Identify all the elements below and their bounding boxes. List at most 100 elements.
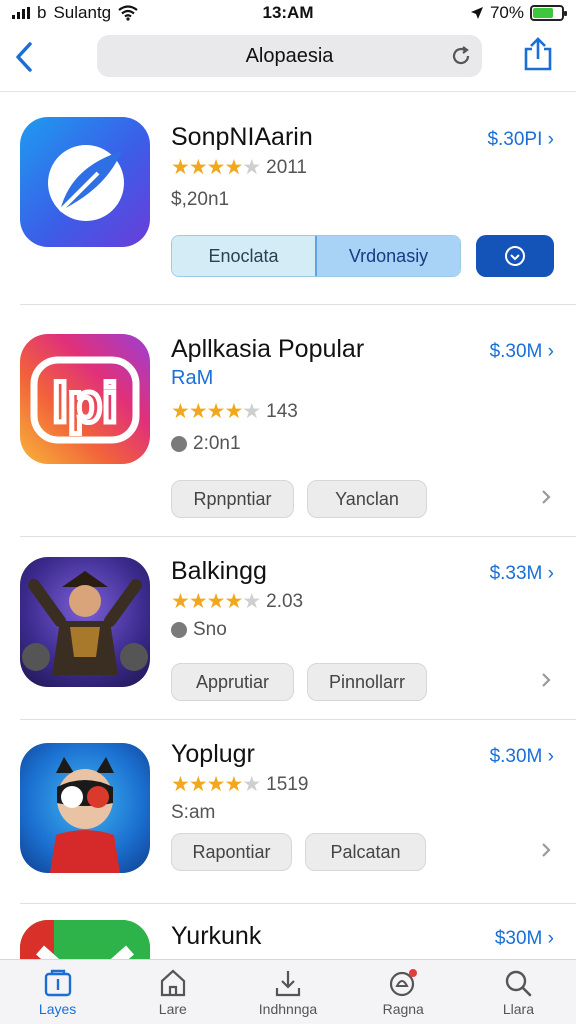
chevron-right-icon[interactable] bbox=[538, 842, 554, 858]
star-rating-icon: ★★★★★ bbox=[171, 156, 261, 179]
feather-logo-icon bbox=[48, 145, 124, 221]
app-meta-text: Sno bbox=[193, 619, 227, 640]
battery-percent: 70% bbox=[489, 3, 524, 22]
envelope-logo-icon bbox=[20, 920, 150, 959]
app-title: Balkingg bbox=[171, 557, 267, 585]
app-rating: ★★★★★ 2011 bbox=[171, 155, 307, 180]
info-icon bbox=[171, 436, 187, 452]
app-subtitle: RaM bbox=[171, 367, 214, 389]
rating-count: 1519 bbox=[266, 773, 309, 795]
tab-indhnnga[interactable]: Indhnnga bbox=[230, 960, 345, 1024]
star-rating-icon: ★★★★★ bbox=[171, 590, 261, 613]
app-icon-camera[interactable]: lpi bbox=[20, 334, 150, 464]
app-price-text: $30M bbox=[494, 928, 543, 949]
status-bar: b Sulantg 13:AM 70% bbox=[0, 0, 576, 26]
app-title: Yurkunk bbox=[171, 922, 262, 950]
tab-ragna[interactable]: Ragna bbox=[346, 960, 461, 1024]
back-button[interactable] bbox=[4, 37, 44, 77]
app-price[interactable]: $.30PI › bbox=[487, 129, 554, 151]
action-button-primary[interactable]: Apprutiar bbox=[171, 663, 294, 701]
app-meta: S:am bbox=[171, 802, 216, 823]
game-hero-icon bbox=[22, 571, 148, 675]
action-button-secondary[interactable]: Palcatan bbox=[305, 833, 426, 871]
app-icon-hero[interactable] bbox=[20, 743, 150, 873]
segmented-control[interactable]: Enoclata Vrdonasiy bbox=[171, 235, 461, 277]
app-price-text: $.33M bbox=[489, 563, 543, 584]
tab-layes[interactable]: Layes bbox=[0, 960, 115, 1024]
app-rating: ★★★★★ 2.03 bbox=[171, 589, 303, 614]
home-icon bbox=[160, 969, 185, 996]
carrier-name: Sulantg bbox=[53, 3, 112, 22]
wifi-icon bbox=[118, 5, 138, 21]
app-price-text: $.30M bbox=[489, 746, 543, 767]
app-title: Apllkasia Popular bbox=[171, 335, 365, 363]
svg-text:lpi: lpi bbox=[52, 371, 117, 434]
download-circle-icon bbox=[505, 246, 525, 266]
rating-count: 143 bbox=[266, 400, 298, 422]
apps-icon bbox=[44, 969, 71, 996]
tab-lare[interactable]: Lare bbox=[115, 960, 230, 1024]
app-list[interactable]: SonpNIAarin $.30PI › ★★★★★ 2011 $,20n1 E… bbox=[0, 93, 576, 959]
app-icon-feather[interactable] bbox=[20, 117, 150, 247]
signal-icon bbox=[12, 7, 30, 19]
app-icon-mail[interactable] bbox=[20, 920, 150, 959]
action-button-secondary[interactable]: Yanclan bbox=[307, 480, 427, 518]
share-icon bbox=[524, 37, 552, 71]
navigation-bar: Alopaesia bbox=[0, 26, 576, 92]
star-rating-icon: ★★★★★ bbox=[171, 400, 261, 423]
status-left: b Sulantg bbox=[12, 3, 138, 23]
segment-right[interactable]: Vrdonasiy bbox=[315, 236, 460, 276]
camera-logo-icon: lpi bbox=[30, 356, 140, 444]
list-item[interactable]: Yurkunk $30M › bbox=[0, 904, 576, 959]
rating-count: 2011 bbox=[266, 156, 307, 178]
action-button-secondary[interactable]: Pinnollarr bbox=[307, 663, 427, 701]
action-button-primary[interactable]: Rpnpntiar bbox=[171, 480, 294, 518]
download-icon bbox=[275, 970, 301, 996]
app-meta: $,20n1 bbox=[171, 189, 230, 210]
app-icon-game[interactable] bbox=[20, 557, 150, 687]
chevron-right-icon[interactable] bbox=[538, 672, 554, 688]
app-title: Yoplugr bbox=[171, 740, 255, 768]
app-price-text: $.30M bbox=[489, 341, 543, 362]
location-icon bbox=[470, 7, 483, 19]
app-price[interactable]: $30M › bbox=[495, 928, 554, 950]
chevron-left-icon bbox=[16, 42, 32, 72]
tab-llara[interactable]: Llara bbox=[461, 960, 576, 1024]
masked-hero-icon bbox=[50, 757, 120, 873]
app-meta: Sno bbox=[171, 619, 227, 641]
reload-icon bbox=[452, 46, 470, 65]
list-item[interactable]: Yoplugr $.30M › ★★★★★ 1519 S:am Rapontia… bbox=[0, 720, 576, 904]
app-meta-text: 2:0n1 bbox=[193, 433, 241, 454]
app-title: SonpNIAarin bbox=[171, 123, 313, 151]
app-rating: ★★★★★ 1519 bbox=[171, 772, 308, 797]
address-text: Alopaesia bbox=[245, 44, 334, 67]
status-right: 70% bbox=[470, 3, 567, 23]
app-price[interactable]: $.33M › bbox=[490, 563, 554, 585]
tab-label: Lare bbox=[158, 1000, 187, 1017]
app-meta: 2:0n1 bbox=[171, 433, 241, 455]
tab-label: Llara bbox=[502, 1000, 534, 1017]
battery-icon bbox=[530, 5, 567, 21]
list-item[interactable]: SonpNIAarin $.30PI › ★★★★★ 2011 $,20n1 E… bbox=[0, 93, 576, 305]
list-item[interactable]: lpi Apllkasia Popular $.30M › RaM ★★★★★ … bbox=[0, 305, 576, 537]
app-price-text: $.30PI bbox=[487, 129, 543, 150]
share-button[interactable] bbox=[518, 34, 558, 74]
list-item[interactable]: Balkingg $.33M › ★★★★★ 2.03 Sno Apprutia… bbox=[0, 537, 576, 720]
tab-label: Ragna bbox=[382, 1000, 424, 1017]
rating-count: 2.03 bbox=[266, 590, 304, 612]
download-button[interactable] bbox=[476, 235, 554, 277]
tab-bar: Layes Lare Indhnnga Ragna Llara bbox=[0, 959, 576, 1024]
search-icon bbox=[506, 970, 532, 996]
address-bar[interactable]: Alopaesia bbox=[97, 35, 482, 77]
tab-label: Layes bbox=[38, 1000, 77, 1017]
app-rating: ★★★★★ 143 bbox=[171, 399, 298, 424]
star-rating-icon: ★★★★★ bbox=[171, 773, 261, 796]
carrier-prefix: b bbox=[37, 3, 47, 22]
app-price[interactable]: $.30M › bbox=[490, 746, 554, 768]
reload-button[interactable] bbox=[448, 43, 474, 69]
chevron-right-icon[interactable] bbox=[538, 489, 554, 505]
app-price[interactable]: $.30M › bbox=[490, 341, 554, 363]
action-button-primary[interactable]: Rapontiar bbox=[171, 833, 292, 871]
segment-left[interactable]: Enoclata bbox=[172, 236, 315, 276]
battery-fill bbox=[533, 8, 553, 18]
